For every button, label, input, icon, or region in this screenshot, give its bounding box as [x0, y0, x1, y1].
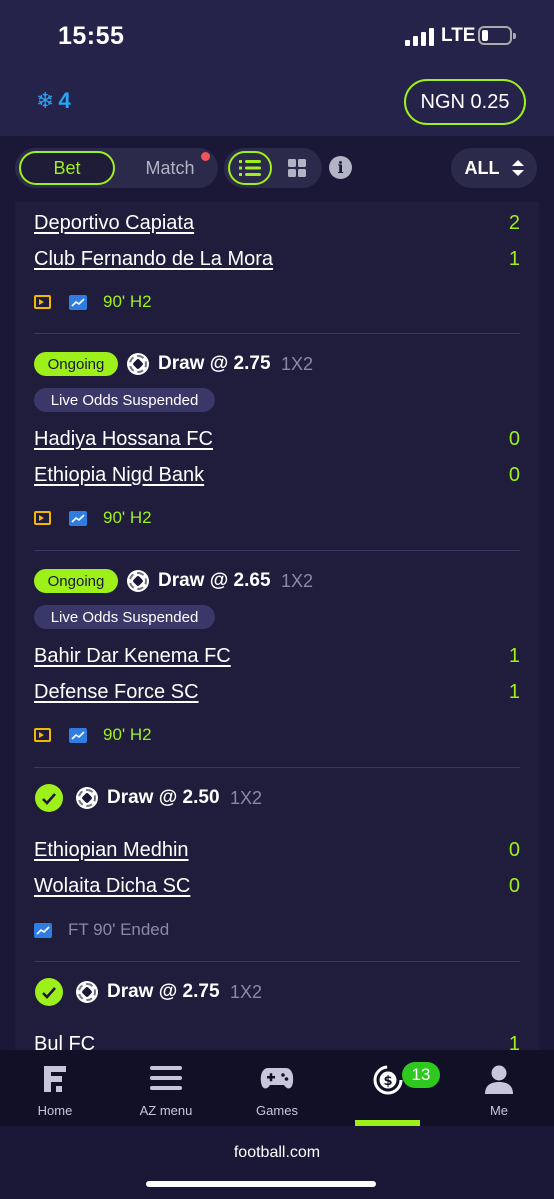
- bottom-nav: Home AZ menu Games $ 13 Me: [0, 1050, 554, 1126]
- bet-market: 1X2: [281, 354, 314, 374]
- away-team[interactable]: Ethiopia Nigd Bank: [34, 464, 204, 487]
- signal-icon: [405, 28, 435, 46]
- bet-market: 1X2: [230, 982, 263, 1002]
- bet-card[interactable]: Draw @ 2.75 1X2 Bul FC 1: [34, 962, 520, 1050]
- bet-card[interactable]: Deportivo Capiata 2 Club Fernando de La …: [34, 202, 520, 333]
- filter-label: ALL: [464, 157, 500, 178]
- bet-list[interactable]: Deportivo Capiata 2 Club Fernando de La …: [15, 202, 539, 1050]
- filter-select[interactable]: ALL: [451, 148, 537, 188]
- soccer-ball-icon: [127, 570, 149, 592]
- home-team[interactable]: Bul FC: [34, 1033, 95, 1050]
- info-icon[interactable]: i: [329, 156, 352, 179]
- stats-icon[interactable]: [69, 294, 87, 310]
- match-time: 90' H2: [103, 508, 152, 527]
- top-header: ❄ 4 NGN 0.25: [0, 70, 554, 136]
- match-meta: 90' H2: [34, 292, 152, 312]
- nav-me[interactable]: Me: [444, 1050, 554, 1126]
- home-score: 1: [508, 645, 520, 667]
- away-score: 0: [508, 464, 520, 486]
- list-icon: [239, 160, 261, 176]
- sort-arrows-icon: [511, 160, 524, 176]
- won-check-icon: [35, 978, 63, 1006]
- network-label: LTE: [441, 25, 476, 46]
- match-time: 90' H2: [103, 725, 152, 744]
- view-toggle: [224, 148, 322, 188]
- away-score: 1: [508, 681, 520, 703]
- bet-match-toggle: Bet Match: [15, 148, 218, 188]
- tab-area: Bet Match i ALL: [0, 136, 554, 202]
- menu-icon: [150, 1066, 182, 1090]
- match-meta: 90' H2: [34, 725, 152, 745]
- status-badge: Ongoing: [34, 352, 118, 376]
- svg-text:$: $: [383, 1074, 392, 1089]
- match-time: FT 90' Ended: [68, 920, 170, 939]
- grid-icon: [288, 159, 306, 177]
- nav-home-label: Home: [37, 1103, 73, 1118]
- bet-market: 1X2: [281, 571, 314, 591]
- bet-pick: Draw @ 2.65: [158, 570, 271, 591]
- gamepad-icon: [260, 1068, 294, 1089]
- bet-card[interactable]: Ongoing Draw @ 2.75 1X2 Live Odds Suspen…: [34, 334, 520, 550]
- home-score: 0: [508, 428, 520, 450]
- home-f-icon: [44, 1066, 66, 1092]
- bets-count-badge: 13: [402, 1062, 440, 1088]
- nav-games-label: Games: [256, 1103, 298, 1118]
- snowflake-icon: ❄: [36, 88, 55, 113]
- away-team[interactable]: Club Fernando de La Mora: [34, 248, 273, 271]
- user-icon: [485, 1065, 513, 1094]
- status-time: 15:55: [58, 22, 125, 50]
- url-text: football.com: [233, 1144, 321, 1161]
- match-time: 90' H2: [103, 292, 152, 311]
- home-team[interactable]: Bahir Dar Kenema FC: [34, 645, 231, 668]
- cashout-icon: $: [373, 1065, 403, 1095]
- away-team[interactable]: Defense Force SC: [34, 681, 199, 704]
- suspended-badge: Live Odds Suspended: [34, 388, 215, 412]
- list-view-button[interactable]: [228, 151, 272, 185]
- home-score: 1: [508, 1033, 520, 1050]
- soccer-ball-icon: [76, 981, 98, 1003]
- notification-dot: [201, 152, 210, 161]
- browser-url-bar[interactable]: football.com: [0, 1126, 554, 1199]
- away-score: 0: [508, 875, 520, 897]
- match-meta: 90' H2: [34, 508, 152, 528]
- home-score: 2: [508, 212, 520, 234]
- live-stream-icon[interactable]: [34, 295, 51, 309]
- freeze-counter[interactable]: ❄ 4: [36, 88, 71, 114]
- away-team[interactable]: Wolaita Dicha SC: [34, 875, 190, 898]
- bet-pick: Draw @ 2.75: [107, 981, 220, 1002]
- away-score: 1: [508, 248, 520, 270]
- bet-pick: Draw @ 2.75: [158, 353, 271, 374]
- bet-market: 1X2: [230, 788, 263, 808]
- live-stream-icon[interactable]: [34, 511, 51, 525]
- freeze-count: 4: [58, 88, 71, 113]
- home-score: 0: [508, 839, 520, 861]
- home-team[interactable]: Hadiya Hossana FC: [34, 428, 213, 451]
- stats-icon[interactable]: [34, 922, 52, 938]
- stats-icon[interactable]: [69, 510, 87, 526]
- status-badge: Ongoing: [34, 569, 118, 593]
- match-meta: FT 90' Ended: [34, 920, 169, 940]
- soccer-ball-icon: [127, 353, 149, 375]
- grid-view-button[interactable]: [280, 151, 314, 185]
- suspended-badge: Live Odds Suspended: [34, 605, 215, 629]
- balance-button[interactable]: NGN 0.25: [404, 79, 526, 125]
- bet-card[interactable]: Ongoing Draw @ 2.65 1X2 Live Odds Suspen…: [34, 551, 520, 767]
- home-team[interactable]: Deportivo Capiata: [34, 212, 194, 235]
- nav-az-menu-label: AZ menu: [139, 1103, 193, 1118]
- soccer-ball-icon: [76, 787, 98, 809]
- status-bar: 15:55 LTE: [0, 0, 554, 70]
- stats-icon[interactable]: [69, 727, 87, 743]
- bet-pick: Draw @ 2.50: [107, 787, 220, 808]
- nav-home[interactable]: Home: [0, 1050, 110, 1126]
- bet-card[interactable]: Draw @ 2.50 1X2 Ethiopian Medhin 0 Wolai…: [34, 768, 520, 961]
- battery-icon: [478, 26, 516, 45]
- home-indicator[interactable]: [146, 1181, 376, 1187]
- home-team[interactable]: Ethiopian Medhin: [34, 839, 189, 862]
- nav-me-label: Me: [489, 1103, 509, 1118]
- won-check-icon: [35, 784, 63, 812]
- nav-games[interactable]: Games: [222, 1050, 332, 1126]
- tab-bet[interactable]: Bet: [19, 151, 115, 185]
- live-stream-icon[interactable]: [34, 728, 51, 742]
- nav-az-menu[interactable]: AZ menu: [111, 1050, 221, 1126]
